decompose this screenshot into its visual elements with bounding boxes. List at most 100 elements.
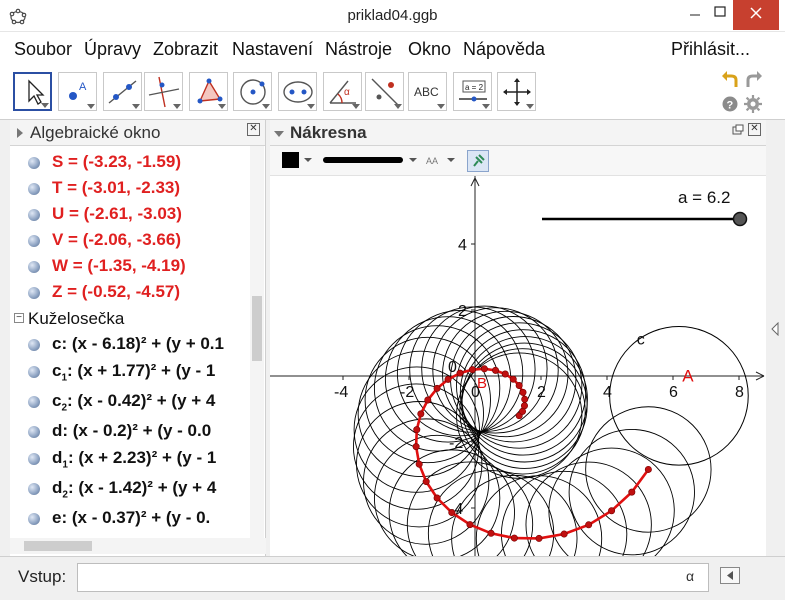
visibility-bullet-icon[interactable] [28, 235, 40, 247]
tool-text[interactable]: ABC [408, 72, 447, 111]
input-help-button[interactable] [720, 567, 740, 584]
point[interactable] [487, 529, 495, 537]
point[interactable] [515, 382, 523, 390]
tool-move-view[interactable] [497, 72, 536, 111]
visibility-bullet-icon[interactable] [28, 287, 40, 299]
label-style-icon[interactable]: AA [426, 152, 446, 168]
tool-circle[interactable] [233, 72, 272, 111]
visibility-bullet-icon[interactable] [28, 483, 40, 495]
menu-nastaveni[interactable]: Nastavení [232, 39, 313, 60]
point[interactable] [468, 366, 476, 374]
chevron-down-icon[interactable] [408, 157, 418, 163]
point[interactable] [644, 465, 652, 473]
visibility-bullet-icon[interactable] [28, 183, 40, 195]
visibility-bullet-icon[interactable] [28, 261, 40, 273]
point[interactable] [608, 507, 616, 515]
point[interactable] [448, 509, 456, 517]
point[interactable] [628, 488, 636, 496]
point[interactable] [433, 384, 441, 392]
tool-new-point[interactable]: A [58, 72, 97, 111]
point[interactable] [444, 375, 452, 383]
help-icon[interactable]: ? [722, 96, 738, 112]
svg-text:α: α [344, 87, 350, 98]
maximize-button[interactable] [705, 0, 735, 30]
undock-icon[interactable] [732, 124, 744, 136]
collapse-triangle-icon[interactable] [274, 131, 284, 137]
tool-line[interactable] [103, 72, 142, 111]
point[interactable] [560, 530, 568, 538]
point[interactable] [422, 478, 430, 486]
point[interactable] [466, 521, 474, 529]
visibility-bullet-icon[interactable] [28, 426, 40, 438]
close-window-button[interactable] [733, 0, 779, 30]
menu-nastroje[interactable]: Nástroje [325, 39, 392, 60]
collapse-triangle-icon[interactable] [17, 128, 23, 138]
point[interactable] [433, 494, 441, 502]
x-tick-label: -4 [334, 384, 348, 401]
point[interactable] [510, 534, 518, 542]
visibility-bullet-icon[interactable] [28, 339, 40, 351]
graphics-canvas[interactable]: -4 -2 0 2 4 6 8 4 2 -2 -4 A Bc 0 a = 6.2 [270, 176, 766, 556]
tool-ellipse[interactable] [278, 72, 317, 111]
menu-okno[interactable]: Okno [408, 39, 451, 60]
close-algebra-button[interactable]: ✕ [247, 123, 260, 136]
pin-button[interactable] [467, 150, 489, 172]
point[interactable] [521, 395, 529, 403]
tool-polygon[interactable] [189, 72, 228, 111]
collapse-group-icon[interactable]: − [14, 313, 24, 323]
chevron-down-icon[interactable] [446, 157, 456, 163]
circle-c[interactable] [609, 326, 749, 466]
point[interactable] [456, 369, 464, 377]
visibility-bullet-icon[interactable] [28, 513, 40, 525]
settings-icon[interactable] [744, 95, 762, 113]
menu-napoveda[interactable]: Nápověda [463, 39, 545, 60]
menu-prihlasit[interactable]: Přihlásit... [671, 39, 750, 60]
point[interactable] [424, 396, 432, 404]
point[interactable] [413, 426, 421, 434]
chevron-down-icon[interactable] [303, 157, 313, 163]
point[interactable] [492, 366, 500, 374]
point[interactable] [535, 534, 543, 542]
plot-svg[interactable]: -4 -2 0 2 4 6 842-2-4ABc0a = 6.2 [270, 176, 766, 556]
point[interactable] [417, 410, 425, 418]
tool-move[interactable] [13, 72, 52, 111]
redo-icon[interactable] [743, 70, 765, 90]
menu-soubor[interactable]: Soubor [14, 39, 72, 60]
visibility-bullet-icon[interactable] [28, 453, 40, 465]
maximize-icon [714, 6, 726, 17]
point[interactable] [509, 375, 517, 383]
menu-upravy[interactable]: Úpravy [84, 39, 141, 60]
point[interactable] [415, 460, 423, 468]
line-style-swatch[interactable] [323, 157, 403, 163]
tool-slider[interactable]: a = 2 [453, 72, 492, 111]
point[interactable] [519, 388, 527, 396]
slider-handle[interactable] [732, 211, 748, 227]
color-swatch[interactable] [282, 152, 299, 168]
tool-perpendicular[interactable] [144, 72, 183, 111]
tool-angle[interactable]: α [323, 72, 362, 111]
visibility-bullet-icon[interactable] [28, 366, 40, 378]
point[interactable] [520, 402, 528, 410]
point[interactable] [501, 370, 509, 378]
scroll-thumb[interactable] [252, 296, 262, 361]
point[interactable] [585, 521, 593, 529]
close-graphics-button[interactable]: ✕ [748, 123, 761, 136]
undo-icon[interactable] [719, 70, 741, 90]
symbol-table-button[interactable]: α [686, 568, 694, 584]
svg-text:A: A [79, 81, 87, 93]
visibility-bullet-icon[interactable] [28, 209, 40, 221]
expand-panel-arrow-icon[interactable] [770, 322, 780, 336]
scroll-thumb[interactable] [24, 541, 92, 551]
slider-label: a = 6.2 [678, 188, 730, 207]
menu-zobrazit[interactable]: Zobrazit [153, 39, 218, 60]
algebra-vertical-scrollbar[interactable] [250, 146, 264, 538]
point[interactable] [412, 443, 420, 451]
tool-reflect[interactable] [365, 72, 404, 111]
visibility-bullet-icon[interactable] [28, 157, 40, 169]
input-field[interactable] [77, 563, 709, 592]
algebra-view: Algebraické okno ✕ S = (-3.23, -1.59) T … [10, 120, 266, 556]
construction-circle [548, 447, 675, 556]
point[interactable] [480, 365, 488, 373]
visibility-bullet-icon[interactable] [28, 396, 40, 408]
algebra-horizontal-scrollbar[interactable] [10, 538, 266, 554]
